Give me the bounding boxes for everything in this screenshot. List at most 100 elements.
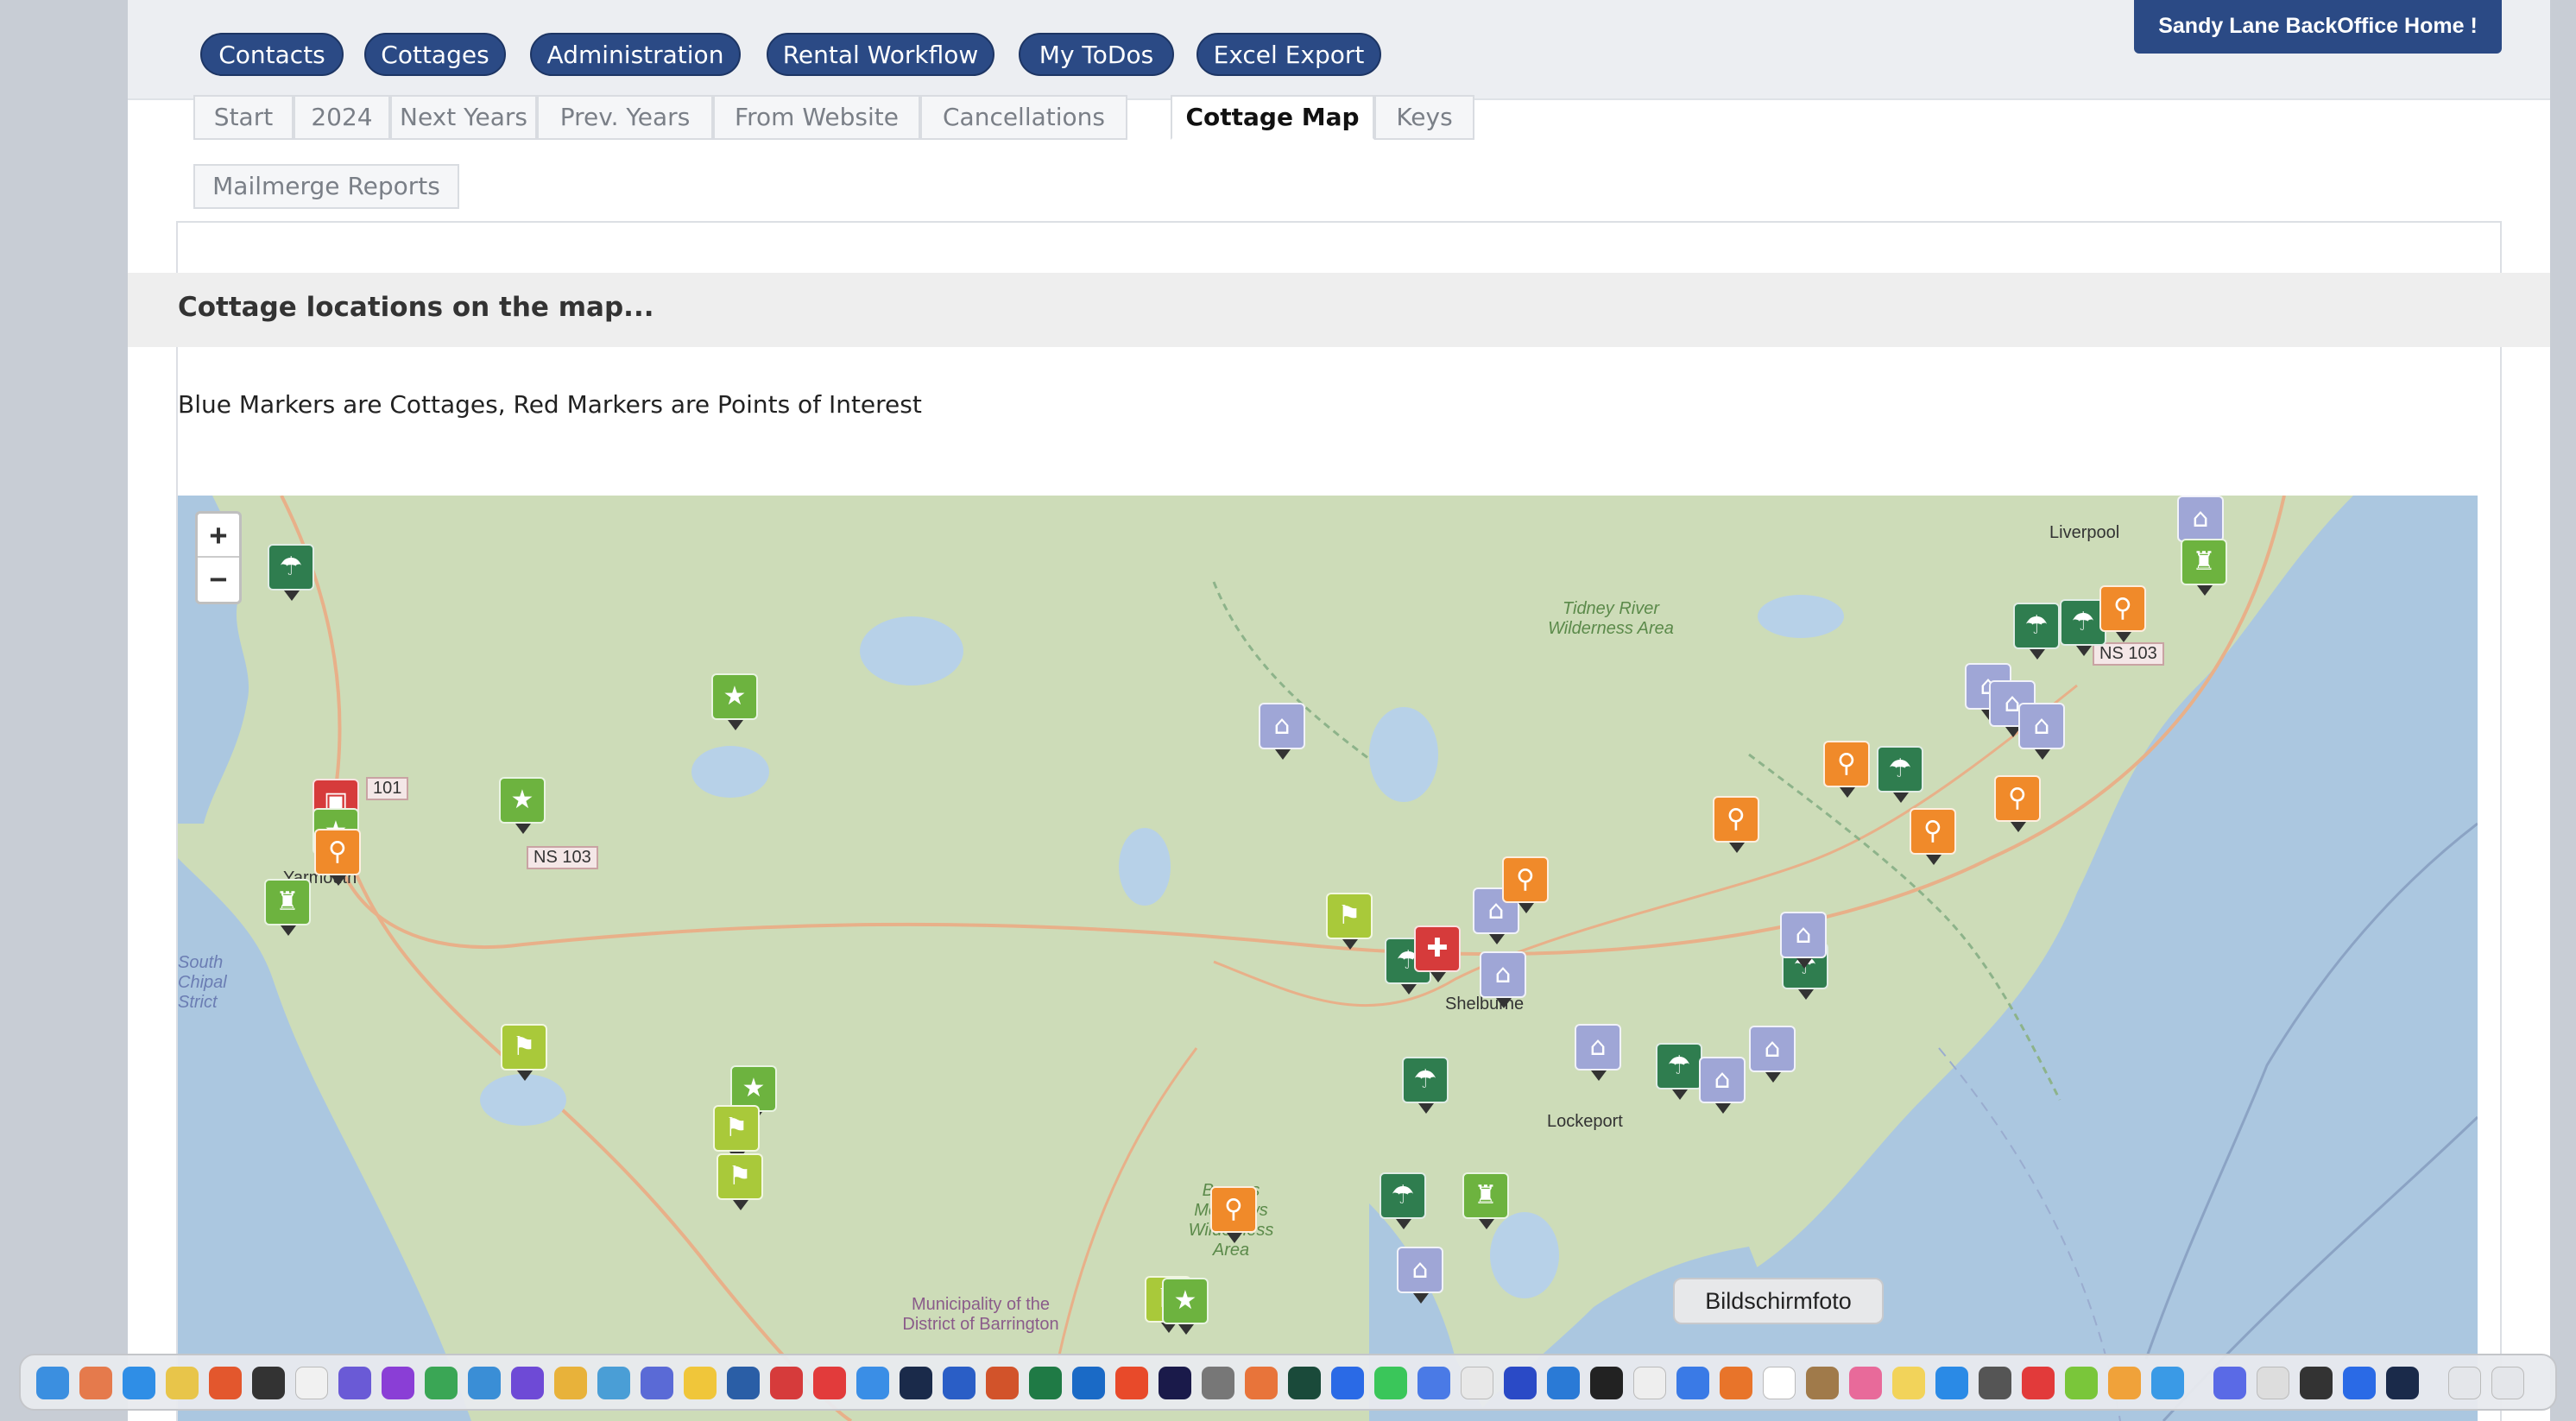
app-icon[interactable]	[554, 1367, 587, 1399]
excel-icon[interactable]	[1029, 1367, 1062, 1399]
word-icon[interactable]	[943, 1367, 975, 1399]
marker-hiking[interactable]: ⚲	[1910, 808, 1956, 865]
github-icon[interactable]	[511, 1367, 544, 1399]
marker-cottage[interactable]: ⌂	[1780, 912, 1827, 969]
zoom-icon[interactable]	[1331, 1367, 1364, 1399]
app-icon[interactable]	[900, 1367, 932, 1399]
marker-cottage[interactable]: ⌂	[1575, 1024, 1621, 1081]
calendar-icon[interactable]	[1763, 1367, 1796, 1399]
app-icon[interactable]	[1288, 1367, 1321, 1399]
chrome-icon[interactable]	[166, 1367, 199, 1399]
finder-icon[interactable]	[36, 1367, 69, 1399]
screenshot-icon[interactable]	[1633, 1367, 1666, 1399]
launchpad-icon[interactable]	[79, 1367, 112, 1399]
marker-golf[interactable]: ⚑	[713, 1105, 760, 1162]
app-icon[interactable]	[2065, 1367, 2098, 1399]
tab-mailmerge-reports[interactable]: Mailmerge Reports	[193, 164, 459, 209]
app-icon[interactable]	[2151, 1367, 2184, 1399]
marker-park[interactable]: ★	[1162, 1278, 1209, 1335]
marker-lighthouse[interactable]: ♜	[264, 879, 311, 936]
cyberduck-icon[interactable]	[684, 1367, 717, 1399]
nav-cottages-button[interactable]: Cottages	[364, 33, 506, 76]
tab-prev-years[interactable]: Prev. Years	[537, 95, 713, 140]
marker-beach[interactable]: ☂	[2013, 603, 2060, 660]
cottage-map[interactable]: + − Liverpool Tidney River Wilderness Ar…	[178, 496, 2478, 1421]
powerpoint-icon[interactable]	[986, 1367, 1019, 1399]
nav-contacts-button[interactable]: Contacts	[200, 33, 344, 76]
zoom-in-button[interactable]: +	[198, 514, 239, 558]
app-icon[interactable]	[1806, 1367, 1839, 1399]
app-icon[interactable]	[813, 1367, 846, 1399]
marker-beach[interactable]: ☂	[268, 544, 314, 601]
app-icon[interactable]	[1245, 1367, 1278, 1399]
marker-hiking[interactable]: ⚲	[1713, 796, 1759, 853]
tab-cottage-map[interactable]: Cottage Map	[1171, 95, 1374, 140]
minimized-window-icon[interactable]	[2448, 1367, 2481, 1399]
terminal-icon[interactable]	[252, 1367, 285, 1399]
app-icon[interactable]	[338, 1367, 371, 1399]
photos-icon[interactable]	[1849, 1367, 1882, 1399]
firefox-icon[interactable]	[209, 1367, 242, 1399]
nav-my-todos-button[interactable]: My ToDos	[1019, 33, 1174, 76]
marker-cottage[interactable]: ⌂	[1480, 951, 1526, 1008]
app-icon[interactable]	[770, 1367, 803, 1399]
app-icon[interactable]	[425, 1367, 458, 1399]
tab-start[interactable]: Start	[193, 95, 294, 140]
tab-cancellations[interactable]: Cancellations	[920, 95, 1127, 140]
app-icon[interactable]	[2386, 1367, 2419, 1399]
nav-administration-button[interactable]: Administration	[530, 33, 741, 76]
marker-cottage[interactable]: ⌂	[1749, 1026, 1796, 1083]
marker-beach[interactable]: ☂	[1656, 1043, 1702, 1100]
app-icon[interactable]	[2300, 1367, 2333, 1399]
affinity-icon[interactable]	[382, 1367, 414, 1399]
trash-icon[interactable]	[2491, 1367, 2524, 1399]
settings-icon[interactable]	[1979, 1367, 2011, 1399]
app-icon[interactable]	[1115, 1367, 1148, 1399]
marker-cottage[interactable]: ⌂	[1699, 1057, 1746, 1114]
textedit-icon[interactable]	[295, 1367, 328, 1399]
marker-park[interactable]: ★	[711, 673, 758, 730]
app-icon[interactable]	[641, 1367, 673, 1399]
app-icon[interactable]	[727, 1367, 760, 1399]
tab-from-website[interactable]: From Website	[713, 95, 920, 140]
marker-golf[interactable]: ⚑	[717, 1153, 763, 1210]
outlook-icon[interactable]	[1072, 1367, 1105, 1399]
marker-hiking[interactable]: ⚲	[314, 829, 361, 886]
tab-2024[interactable]: 2024	[294, 95, 390, 140]
marker-cottage[interactable]: ⌂	[2177, 496, 2224, 553]
app-icon[interactable]	[1417, 1367, 1450, 1399]
app-icon[interactable]	[2343, 1367, 2376, 1399]
folder-icon[interactable]	[856, 1367, 889, 1399]
home-button[interactable]: Sandy Lane BackOffice Home !	[2134, 0, 2502, 54]
marker-poi[interactable]: ✚	[1414, 925, 1461, 982]
app-icon[interactable]	[1676, 1367, 1709, 1399]
app-store-icon[interactable]	[1935, 1367, 1968, 1399]
zoom-out-button[interactable]: −	[198, 558, 239, 602]
marker-beach[interactable]: ☂	[1380, 1172, 1426, 1229]
marker-hiking[interactable]: ⚲	[1823, 741, 1870, 798]
marker-hiking[interactable]: ⚲	[1994, 775, 2041, 832]
nav-excel-export-button[interactable]: Excel Export	[1196, 33, 1381, 76]
vscode-icon[interactable]	[1547, 1367, 1580, 1399]
tab-keys[interactable]: Keys	[1374, 95, 1474, 140]
marker-lighthouse[interactable]: ♜	[1462, 1172, 1509, 1229]
whatsapp-icon[interactable]	[1374, 1367, 1407, 1399]
brave-icon[interactable]	[1720, 1367, 1752, 1399]
app-icon[interactable]	[2108, 1367, 2141, 1399]
app-icon[interactable]	[2022, 1367, 2055, 1399]
terminal-icon[interactable]	[1590, 1367, 1623, 1399]
marker-golf[interactable]: ⚑	[1326, 893, 1373, 950]
nav-rental-workflow-button[interactable]: Rental Workflow	[767, 33, 994, 76]
app-icon[interactable]	[597, 1367, 630, 1399]
marker-hiking[interactable]: ⚲	[2099, 585, 2146, 642]
marker-cottage[interactable]: ⌂	[1397, 1247, 1443, 1304]
safari-icon[interactable]	[123, 1367, 155, 1399]
marker-lighthouse[interactable]: ♜	[2181, 539, 2227, 596]
marker-beach[interactable]: ☂	[1402, 1057, 1449, 1114]
marker-hiking[interactable]: ⚲	[1502, 856, 1549, 913]
slack-icon[interactable]	[1461, 1367, 1493, 1399]
marker-hiking[interactable]: ⚲	[1210, 1186, 1257, 1243]
tab-next-years[interactable]: Next Years	[390, 95, 537, 140]
discord-icon[interactable]	[2213, 1367, 2246, 1399]
app-icon[interactable]	[468, 1367, 501, 1399]
